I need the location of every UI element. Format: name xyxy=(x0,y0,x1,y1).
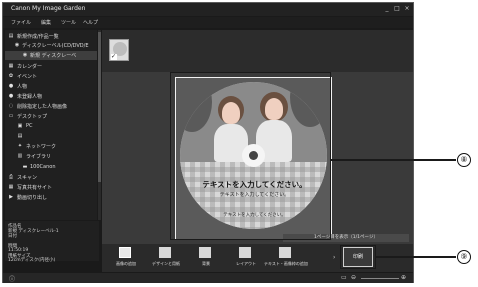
tool-label: 背景 xyxy=(202,261,210,266)
maximize-button[interactable]: □ xyxy=(393,5,401,12)
fit-view-icon[interactable]: ▭ xyxy=(341,274,347,281)
sidebar-item-label: 動画切り出し xyxy=(17,195,48,201)
layout-icon xyxy=(239,247,251,258)
network-icon: ✦ xyxy=(17,143,23,149)
info-label-date: 日付 xyxy=(8,234,17,239)
menu-help[interactable]: ヘルプ xyxy=(83,19,98,26)
item-info-panel: 作品名 新規 ディスクレーベル-1 日付 時間 11:50:19 用紙サイズ 1… xyxy=(5,221,99,263)
sidebar-item-new-disc-label[interactable]: ◉ 新規 ディスクレーベ xyxy=(5,51,97,60)
sidebar: ▤ 新規作成/作品一覧 ◉ ディスクレーベル(CD/DVD/E ◉ 新規 ディス… xyxy=(5,30,97,220)
sidebar-item-network[interactable]: ✦ ネットワーク xyxy=(5,142,97,151)
person-icon: ● xyxy=(8,93,14,99)
sidebar-item-100canon[interactable]: ▬ 100Canon xyxy=(5,163,97,172)
design-paper-icon xyxy=(159,247,171,258)
disc-icon: ◉ xyxy=(14,42,20,48)
menu-tools[interactable]: ツール xyxy=(61,19,76,26)
sidebar-item-label: スキャン xyxy=(17,175,38,181)
sidebar-item-label: 100Canon xyxy=(30,164,56,170)
sidebar-item-library[interactable]: ▥ ライブラリ xyxy=(5,152,97,161)
callout-line-9 xyxy=(376,256,456,258)
callout-number-9: ⑨ xyxy=(457,250,471,264)
design-paper-button[interactable]: デザインと用紙 xyxy=(148,246,184,270)
disc-icon: ◉ xyxy=(22,52,28,58)
sidebar-item-label: ネットワーク xyxy=(26,144,57,150)
scan-icon: ⎙ xyxy=(8,174,13,180)
tool-label: レイアウト xyxy=(236,261,256,266)
sidebar-item-pc[interactable]: ▣ PC xyxy=(5,122,97,131)
tool-label: デザインと用紙 xyxy=(152,261,180,266)
sidebar-item-label: ライブラリ xyxy=(26,154,52,160)
chevron-right-icon[interactable]: › xyxy=(333,254,335,261)
sidebar-item-desktop[interactable]: ▭ デスクトップ xyxy=(5,112,97,121)
person-delete-icon: ◌ xyxy=(8,103,14,109)
add-image-button[interactable]: 画像の追加 xyxy=(108,246,144,270)
sidebar-item-unregistered[interactable]: ● 未登録人物 xyxy=(5,92,97,101)
background-icon xyxy=(199,247,211,258)
video-icon: ▶ xyxy=(9,194,13,200)
check-icon: ✓ xyxy=(111,53,117,60)
share-site-icon: ▦ xyxy=(8,184,14,190)
sidebar-item-label: イベント xyxy=(17,74,38,80)
callout-line-8 xyxy=(331,159,456,161)
library-icon: ▥ xyxy=(17,153,23,159)
page-thumbnail[interactable]: ✓ xyxy=(109,39,129,61)
drive-icon: ▤ xyxy=(17,133,23,139)
sidebar-item-label: 未登録人物 xyxy=(17,94,43,100)
sidebar-item-label: カレンダー xyxy=(17,64,43,70)
sidebar-item-disc-label[interactable]: ◉ ディスクレーベル(CD/DVD/E xyxy=(5,41,97,50)
app-title: Canon My Image Garden xyxy=(11,5,86,12)
layout-button[interactable]: レイアウト xyxy=(228,246,264,270)
zoom-in-icon[interactable]: ⊕ xyxy=(401,274,406,281)
tool-label: テキスト・画像枠の追加 xyxy=(264,261,308,266)
person-icon: ● xyxy=(8,83,14,89)
sidebar-item-label: PC xyxy=(26,123,33,129)
sidebar-item-label: デスクトップ xyxy=(17,114,48,120)
menu-edit[interactable]: 編集 xyxy=(41,19,51,26)
add-image-icon xyxy=(119,247,131,258)
folder-icon: ▬ xyxy=(22,164,28,170)
sidebar-item-event[interactable]: ✿ イベント xyxy=(5,72,97,81)
new-doc-icon: ▤ xyxy=(8,33,14,39)
pc-icon: ▣ xyxy=(17,123,23,129)
scrollbar-thumb[interactable] xyxy=(98,32,101,182)
callout-frame-8 xyxy=(170,72,331,240)
sidebar-item-deleted-persons[interactable]: ◌ 削除指定した人物画像 xyxy=(5,102,97,111)
minimize-button[interactable]: _ xyxy=(383,5,391,12)
sidebar-item-calendar[interactable]: ▦ カレンダー xyxy=(5,62,97,71)
sidebar-item-video-capture[interactable]: ▶ 動画切り出し xyxy=(5,193,97,202)
sidebar-item-drive[interactable]: ▤ xyxy=(5,132,97,141)
sidebar-scrollbar[interactable] xyxy=(98,30,101,220)
zoom-out-icon[interactable]: ⊖ xyxy=(351,274,356,281)
sidebar-item-photo-share[interactable]: ▦ 写真共有サイト xyxy=(5,183,97,192)
close-button[interactable]: × xyxy=(403,5,411,12)
callout-number-8: ⑧ xyxy=(457,153,471,167)
add-text-frame-icon xyxy=(279,247,291,258)
calendar-icon: ▦ xyxy=(8,63,14,69)
info-value-paper: 12cmディスク(内径小) xyxy=(8,258,56,263)
callout-frame-9 xyxy=(340,245,376,269)
sidebar-item-label: 写真共有サイト xyxy=(17,185,53,191)
menu-file[interactable]: ファイル xyxy=(11,19,31,26)
status-bar: ⓘ ▭ ⊖ ⊕ xyxy=(3,273,413,283)
sidebar-item-label: ディスクレーベル(CD/DVD/E xyxy=(22,43,89,49)
add-text-frame-button[interactable]: テキスト・画像枠の追加 xyxy=(264,246,308,270)
info-icon[interactable]: ⓘ xyxy=(9,274,15,283)
tool-label: 画像の追加 xyxy=(116,261,136,266)
sidebar-item-person[interactable]: ● 人物 xyxy=(5,82,97,91)
sidebar-item-label: 新規 ディスクレーベ xyxy=(30,53,77,59)
sidebar-item-scan[interactable]: ⎙ スキャン xyxy=(5,173,97,182)
background-button[interactable]: 背景 xyxy=(188,246,224,270)
event-icon: ✿ xyxy=(8,73,14,79)
sidebar-item-new-works[interactable]: ▤ 新規作成/作品一覧 xyxy=(5,32,97,41)
desktop-icon: ▭ xyxy=(8,113,14,119)
title-bar: Canon My Image Garden _ □ × xyxy=(3,3,413,16)
zoom-slider[interactable] xyxy=(361,278,399,279)
menu-bar: ファイル 編集 ツール ヘルプ xyxy=(3,17,413,28)
sidebar-item-label: 新規作成/作品一覧 xyxy=(17,34,59,40)
sidebar-item-label: 削除指定した人物画像 xyxy=(17,104,68,110)
thumbnail-strip: ✓ xyxy=(102,30,413,72)
sidebar-item-label: 人物 xyxy=(17,84,28,90)
